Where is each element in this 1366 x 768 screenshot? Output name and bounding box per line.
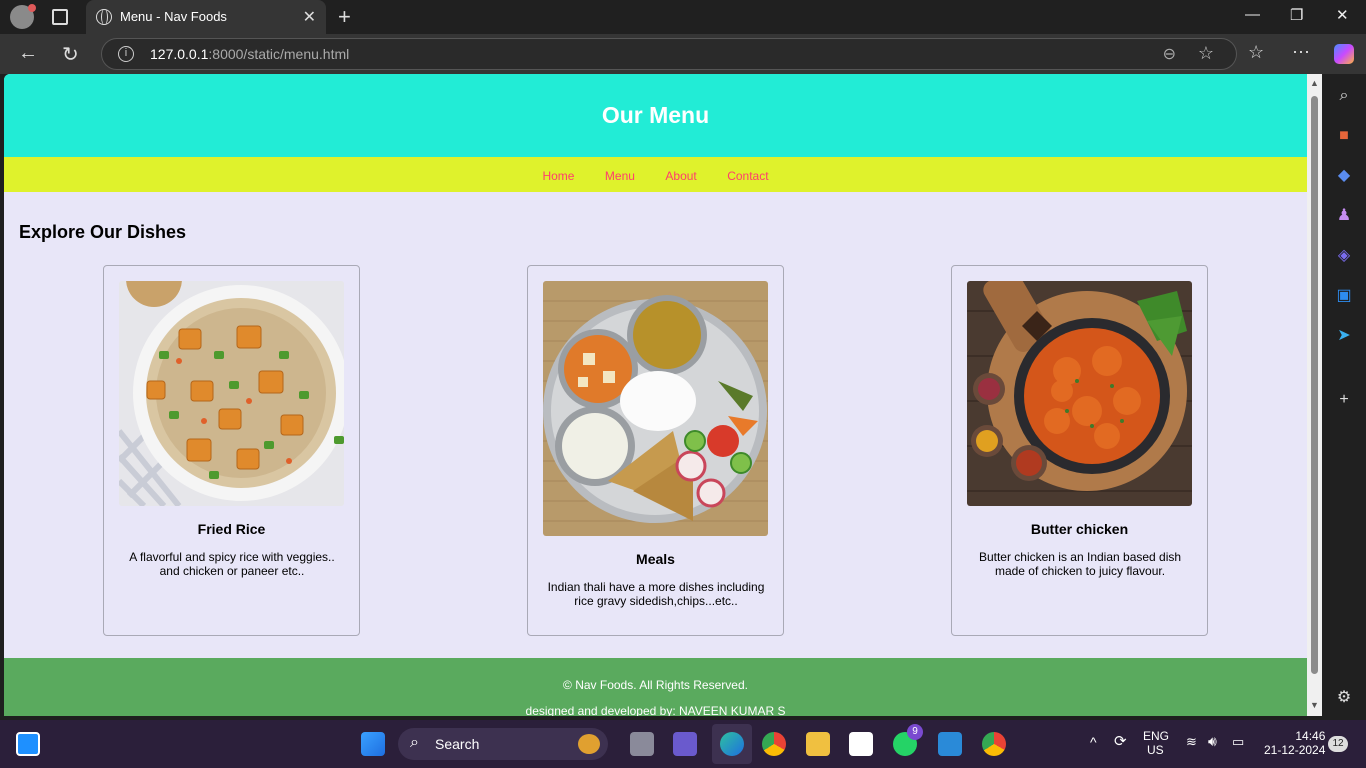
microsoft-store-icon[interactable] — [849, 732, 873, 756]
task-view-icon[interactable] — [630, 732, 654, 756]
footer-credit: designed and developed by: NAVEEN KUMAR … — [525, 704, 786, 716]
outlook-icon[interactable]: ▣ — [1334, 286, 1354, 306]
reload-icon[interactable]: ↻ — [62, 42, 79, 67]
dish-description: Indian thali have a more dishes includin… — [547, 580, 765, 608]
chevron-up-icon[interactable]: ^ — [1090, 734, 1097, 750]
window-close-icon[interactable]: ✕ — [1336, 6, 1349, 24]
browser-tab-bar: Menu - Nav Foods ✕ + — ❐ ✕ — [0, 0, 1366, 34]
dish-name: Meals — [636, 551, 675, 567]
dish-card-fried-rice: Fried Rice A flavorful and spicy rice wi… — [103, 265, 360, 636]
add-app-icon[interactable]: + — [1334, 390, 1354, 410]
nav-link-contact[interactable]: Contact — [727, 169, 768, 183]
teams-icon[interactable] — [673, 732, 697, 756]
whatsapp-icon[interactable]: 9 — [893, 724, 923, 756]
footer-copyright: © Nav Foods. All Rights Reserved. — [563, 678, 748, 692]
scroll-thumb[interactable] — [1311, 96, 1318, 674]
nav-link-home[interactable]: Home — [542, 169, 574, 183]
battery-icon[interactable]: ▭ — [1232, 734, 1244, 750]
browser-toolbar: ← ↻ i 127.0.0.1:8000/static/menu.html ⊖ … — [0, 34, 1366, 74]
notification-count[interactable]: 12 — [1328, 736, 1348, 752]
address-bar[interactable]: i 127.0.0.1:8000/static/menu.html ⊖ ☆ — [101, 38, 1237, 70]
edge-sidebar: ⌕ ■ ◆ ♟ ◈ ▣ ➤ + ⚙ — [1322, 74, 1366, 720]
new-tab-icon[interactable]: + — [338, 4, 351, 30]
windows-start-icon[interactable] — [361, 732, 385, 756]
dish-card-butter-chicken: Butter chicken Butter chicken is an Indi… — [951, 265, 1208, 636]
language-indicator[interactable]: ENG US — [1143, 729, 1169, 757]
edge-taskbar-active[interactable] — [712, 724, 752, 764]
file-explorer-icon[interactable] — [806, 732, 830, 756]
search-icon[interactable]: ⌕ — [1334, 86, 1354, 106]
dish-name: Fried Rice — [197, 521, 266, 537]
scroll-up-icon[interactable]: ▲ — [1310, 78, 1319, 88]
nav-link-about[interactable]: About — [665, 169, 696, 183]
language-code: ENG — [1143, 729, 1170, 743]
tab-title: Menu - Nav Foods — [120, 9, 227, 24]
chrome-icon[interactable] — [762, 732, 786, 756]
tab-actions-icon[interactable] — [52, 9, 68, 25]
site-footer: © Nav Foods. All Rights Reserved. design… — [4, 658, 1307, 716]
vscode-icon[interactable] — [938, 732, 962, 756]
send-icon[interactable]: ➤ — [1334, 326, 1354, 346]
search-icon: ⌕ — [410, 734, 419, 751]
site-info-icon[interactable]: i — [118, 46, 134, 62]
clock-date: 21-12-2024 — [1264, 743, 1326, 757]
site-header: Our Menu — [4, 74, 1307, 157]
dish-description: A flavorful and spicy rice with veggies.… — [129, 550, 335, 578]
search-label: Search — [435, 736, 480, 752]
page-scrollbar[interactable]: ▲ ▼ — [1307, 74, 1322, 716]
settings-gear-icon[interactable]: ⚙ — [1334, 688, 1354, 708]
shopping-tag-icon[interactable]: ◆ — [1334, 166, 1354, 186]
edge-icon — [720, 732, 744, 756]
meals-image — [543, 281, 768, 536]
favorites-icon[interactable]: ☆ — [1248, 42, 1264, 63]
fried-rice-image — [119, 281, 344, 506]
back-icon[interactable]: ← — [18, 42, 38, 65]
sync-icon[interactable]: ⟳ — [1114, 732, 1127, 750]
dish-description: Butter chicken is an Indian based dish m… — [978, 550, 1182, 578]
whatsapp-badge: 9 — [907, 724, 923, 740]
favorite-star-icon[interactable]: ☆ — [1198, 43, 1214, 64]
games-icon[interactable]: ♟ — [1334, 206, 1354, 226]
butter-chicken-image — [967, 281, 1192, 506]
restore-icon[interactable]: ❐ — [1290, 6, 1303, 24]
copilot-icon[interactable] — [1334, 44, 1354, 64]
widgets-icon[interactable] — [16, 732, 40, 756]
section-title: Explore Our Dishes — [19, 222, 187, 242]
dish-name: Butter chicken — [1030, 521, 1129, 537]
clock[interactable]: 14:46 21-12-2024 — [1264, 729, 1325, 757]
windows-taskbar: ⌕ Search 9 ^ ⟳ ENG US ≋ 🔊︎ ▭ 14:46 21-12… — [0, 720, 1366, 768]
wifi-icon[interactable]: ≋ — [1186, 734, 1197, 750]
taskbar-search[interactable]: ⌕ Search — [398, 728, 608, 760]
page-title: Our Menu — [601, 102, 710, 128]
url-path: :8000/static/menu.html — [208, 46, 350, 62]
profile-avatar[interactable] — [10, 4, 36, 29]
clock-time: 14:46 — [1295, 729, 1326, 743]
scroll-down-icon[interactable]: ▼ — [1310, 700, 1319, 710]
search-highlight-icon — [578, 734, 600, 754]
dish-card-meals: Meals Indian thali have a more dishes in… — [527, 265, 784, 636]
region-code: US — [1147, 743, 1164, 757]
nav-link-menu[interactable]: Menu — [605, 169, 635, 183]
browser-tab-active[interactable]: Menu - Nav Foods ✕ — [86, 0, 326, 34]
more-menu-icon[interactable]: ⋯ — [1292, 42, 1310, 63]
copilot-app-icon[interactable]: ◈ — [1334, 246, 1354, 266]
zoom-icon[interactable]: ⊖ — [1163, 44, 1176, 64]
chrome-profile-icon[interactable] — [982, 732, 1006, 756]
tab-close-icon[interactable]: ✕ — [303, 7, 316, 27]
url-text: 127.0.0.1:8000/static/menu.html — [150, 46, 349, 62]
volume-icon[interactable]: 🔊︎ — [1208, 733, 1217, 750]
globe-icon — [96, 9, 112, 25]
page-viewport: Our Menu Home Menu About Contact Explore… — [4, 74, 1307, 716]
url-host: 127.0.0.1 — [150, 46, 209, 62]
toolbox-icon[interactable]: ■ — [1334, 126, 1354, 146]
site-nav: Home Menu About Contact — [4, 157, 1307, 192]
minimize-icon[interactable]: — — [1245, 6, 1260, 23]
